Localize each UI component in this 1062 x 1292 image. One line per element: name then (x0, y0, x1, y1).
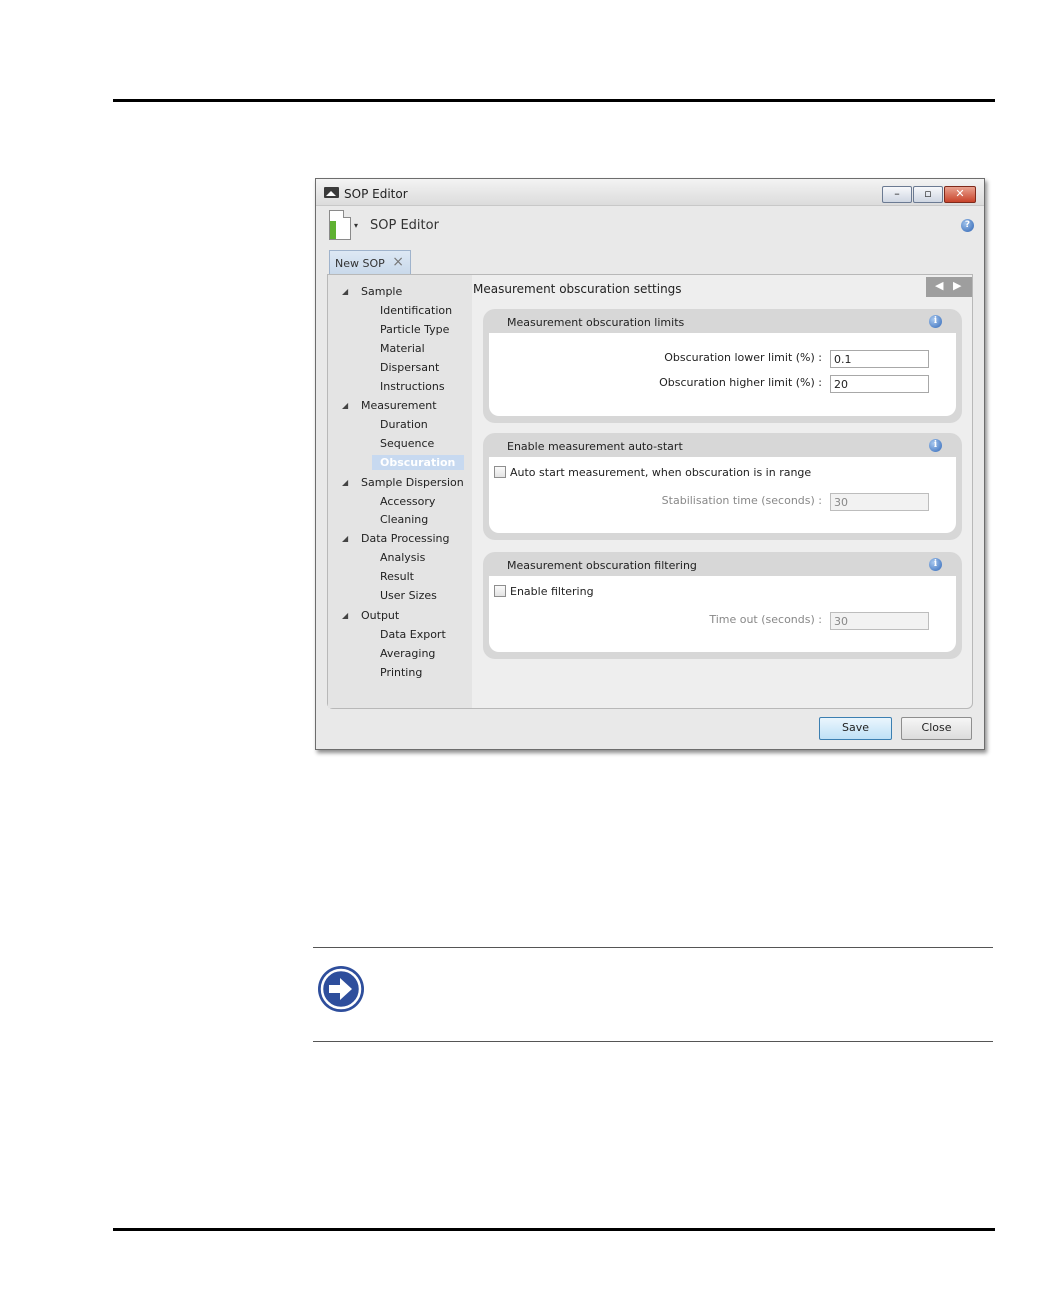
header-rule (113, 99, 995, 102)
nav-item-dispersant[interactable]: Dispersant (380, 361, 439, 374)
close-button[interactable]: Close (901, 717, 972, 740)
panel-header: Measurement obscuration limits i (483, 309, 962, 333)
filtering-panel: Measurement obscuration filtering i Enab… (483, 552, 962, 659)
expand-icon[interactable]: ◢ (342, 478, 348, 487)
info-icon[interactable]: i (929, 315, 942, 328)
nav-item-output[interactable]: ◢ Output (342, 609, 399, 622)
nav-item-instructions[interactable]: Instructions (380, 380, 445, 393)
note-arrow-icon (318, 966, 364, 1012)
nav-item-sequence[interactable]: Sequence (380, 437, 434, 450)
time-out-input[interactable]: 30 (830, 612, 929, 630)
nav-item-user-sizes[interactable]: User Sizes (380, 589, 437, 602)
minimize-button[interactable]: – (882, 186, 912, 203)
panel-body: Obscuration lower limit (%) : 0.1 Obscur… (489, 333, 956, 416)
window-title: SOP Editor (344, 187, 408, 201)
expand-icon[interactable]: ◢ (342, 287, 348, 296)
nav-item-measurement[interactable]: ◢ Measurement (342, 399, 437, 412)
close-icon: ✕ (955, 187, 965, 200)
nav-item-accessory[interactable]: Accessory (380, 495, 435, 508)
section-nav-arrows: ◀ ▶ (926, 277, 972, 297)
maximize-button[interactable]: ▫ (913, 186, 943, 203)
lower-limit-input[interactable]: 0.1 (830, 350, 929, 368)
window-controls: – ▫ ✕ (881, 186, 976, 203)
stabilisation-time-input[interactable]: 30 (830, 493, 929, 511)
sop-document-icon[interactable] (329, 210, 351, 240)
auto-start-checkbox[interactable] (494, 466, 506, 478)
title-bar[interactable]: SOP Editor – ▫ ✕ (316, 179, 984, 206)
toolbar: ▾ SOP Editor ? (316, 206, 984, 246)
save-button[interactable]: Save (819, 717, 892, 740)
nav-item-sample-dispersion[interactable]: ◢ Sample Dispersion (342, 476, 464, 489)
nav-item-printing[interactable]: Printing (380, 666, 422, 679)
nav-item-analysis[interactable]: Analysis (380, 551, 425, 564)
panel-body: Enable filtering Time out (seconds) : 30 (489, 576, 956, 652)
tab-close-icon[interactable]: × (392, 254, 404, 270)
nav-item-data-export[interactable]: Data Export (380, 628, 446, 641)
note-bottom-rule (313, 1041, 993, 1042)
panel-title: Enable measurement auto-start (507, 440, 683, 453)
enable-filtering-label[interactable]: Enable filtering (510, 585, 594, 598)
expand-icon[interactable]: ◢ (342, 534, 348, 543)
previous-arrow-icon[interactable]: ◀ (935, 279, 943, 292)
dropdown-arrow-icon[interactable]: ▾ (354, 221, 358, 230)
tab-label: New SOP (335, 257, 385, 270)
nav-item-identification[interactable]: Identification (380, 304, 452, 317)
panel-header: Enable measurement auto-start i (483, 433, 962, 457)
sop-navigation-tree: ◢ Sample Identification Particle Type Mat… (328, 275, 472, 708)
editor-content: ◢ Sample Identification Particle Type Mat… (327, 274, 973, 709)
nav-item-result[interactable]: Result (380, 570, 414, 583)
info-icon[interactable]: i (929, 439, 942, 452)
nav-item-particle-type[interactable]: Particle Type (380, 323, 449, 336)
nav-item-obscuration[interactable]: Obscuration (372, 455, 465, 470)
close-window-button[interactable]: ✕ (944, 186, 976, 203)
auto-start-panel: Enable measurement auto-start i Auto sta… (483, 433, 962, 540)
stabilisation-time-label: Stabilisation time (seconds) : (661, 494, 822, 507)
help-icon[interactable]: ? (961, 219, 974, 232)
footer-rule (113, 1228, 995, 1231)
higher-limit-input[interactable]: 20 (830, 375, 929, 393)
obscuration-limits-panel: Measurement obscuration limits i Obscura… (483, 309, 962, 423)
nav-item-material[interactable]: Material (380, 342, 425, 355)
tab-new-sop[interactable]: New SOP × (329, 250, 411, 275)
sop-editor-window: SOP Editor – ▫ ✕ ▾ SOP Editor ? New SOP … (315, 178, 985, 750)
next-arrow-icon[interactable]: ▶ (953, 279, 961, 292)
panel-body: Auto start measurement, when obscuration… (489, 457, 956, 533)
panel-header: Measurement obscuration filtering i (483, 552, 962, 576)
nav-item-duration[interactable]: Duration (380, 418, 428, 431)
minimize-icon: – (894, 187, 900, 200)
note-top-rule (313, 947, 993, 948)
nav-item-averaging[interactable]: Averaging (380, 647, 435, 660)
time-out-label: Time out (seconds) : (709, 613, 822, 626)
enable-filtering-checkbox[interactable] (494, 585, 506, 597)
expand-icon[interactable]: ◢ (342, 611, 348, 620)
panel-title: Measurement obscuration limits (507, 316, 685, 329)
auto-start-label[interactable]: Auto start measurement, when obscuration… (510, 466, 811, 479)
section-title: Measurement obscuration settings (473, 282, 682, 296)
lower-limit-label: Obscuration lower limit (%) : (664, 351, 822, 364)
panel-title: Measurement obscuration filtering (507, 559, 697, 572)
app-icon (324, 187, 339, 198)
expand-icon[interactable]: ◢ (342, 401, 348, 410)
nav-item-data-processing[interactable]: ◢ Data Processing (342, 532, 450, 545)
maximize-icon: ▫ (924, 187, 932, 200)
higher-limit-label: Obscuration higher limit (%) : (659, 376, 822, 389)
info-icon[interactable]: i (929, 558, 942, 571)
toolbar-title: SOP Editor (370, 218, 439, 233)
nav-item-sample[interactable]: ◢ Sample (342, 285, 402, 298)
nav-item-cleaning[interactable]: Cleaning (380, 513, 428, 526)
